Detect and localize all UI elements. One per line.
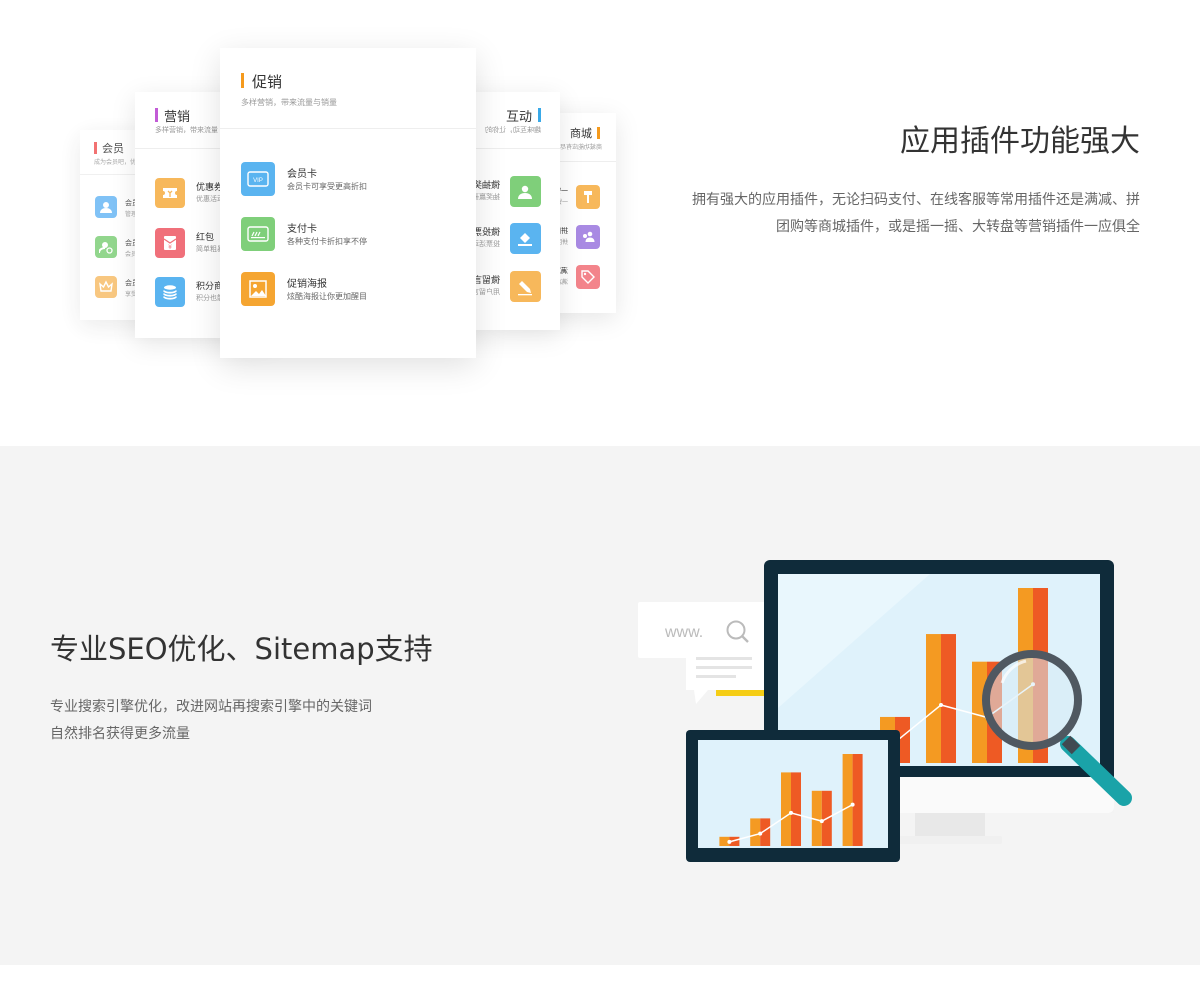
edit-icon xyxy=(510,271,541,302)
svg-text:¥: ¥ xyxy=(168,244,172,251)
section-description: 专业搜索引擎优化，改进网站再搜索引擎中的关键词 自然排名获得更多流量 xyxy=(50,694,570,748)
user-gift-icon xyxy=(510,176,541,207)
item-title: 微抽奖 xyxy=(472,181,500,191)
chart-bar-shade xyxy=(791,772,801,846)
group-icon xyxy=(576,225,600,249)
chart-point xyxy=(789,810,793,815)
poster-icon xyxy=(241,272,275,306)
chart-point xyxy=(727,839,732,844)
crown-icon xyxy=(95,276,117,298)
item-desc: 炫酷海报让你更加醒目 xyxy=(287,292,367,301)
vote-icon xyxy=(510,223,541,254)
item-title: 会员卡 xyxy=(287,169,317,180)
item-title: 微投票 xyxy=(472,228,500,238)
card-title: 互动 xyxy=(505,110,532,125)
card-title: 促销 xyxy=(252,73,283,91)
section-title: 专业SEO优化、Sitemap支持 xyxy=(50,632,433,666)
chart-bar-shade xyxy=(852,754,863,846)
chart-bar xyxy=(842,754,853,846)
desc-line: 团购等商城插件，或是摇一摇、大转盘等营销插件一应俱全 xyxy=(776,219,1140,235)
desc-line: 专业搜索引擎优化，改进网站再搜索引擎中的关键词 xyxy=(50,699,372,715)
card-subtitle: 多样营销，带来流量 xyxy=(155,126,218,134)
search-text: www. xyxy=(664,624,703,641)
card-accent-bar xyxy=(155,108,158,122)
card-subtitle: 多样营销，带来流量与销量 xyxy=(241,98,337,107)
card-subtitle: 商城功能应有尽有 xyxy=(553,144,602,151)
chart-point xyxy=(850,802,855,807)
coins-icon xyxy=(155,277,185,307)
section-description: 拥有强大的应用插件，无论扫码支付、在线客服等常用插件还是满减、拼 团购等商城插件… xyxy=(620,187,1140,241)
item-desc: 各种支付卡折扣享不停 xyxy=(287,237,367,246)
card-title: 会员 xyxy=(102,142,124,155)
ticket-icon xyxy=(155,178,185,208)
desc-line: 自然排名获得更多流量 xyxy=(50,726,190,742)
plugins-section: 会员 成为会员吧，优享更多 会员管理 管理会员信息 会员等级 会员等级设置 会员… xyxy=(0,0,1200,446)
chart-point xyxy=(819,819,824,824)
card-title: 商城 xyxy=(570,127,592,140)
section-title: 应用插件功能强大 xyxy=(900,124,1140,159)
item-title: 促销海报 xyxy=(287,279,327,290)
red-envelope-icon: ¥ xyxy=(155,228,185,258)
svg-text:VIP: VIP xyxy=(253,178,263,184)
card-accent-bar xyxy=(241,73,244,88)
card-accent-bar xyxy=(597,127,600,139)
page-footer-space xyxy=(0,965,1200,1007)
item-desc: 会员卡可享受更高折扣 xyxy=(287,182,367,191)
chart-bar xyxy=(926,634,941,763)
hammer-icon xyxy=(576,185,600,209)
seo-section: 专业SEO优化、Sitemap支持 专业搜索引擎优化，改进网站再搜索引擎中的关键… xyxy=(0,446,1200,965)
tag-icon xyxy=(576,265,600,289)
pay-card-icon xyxy=(241,217,275,251)
user-check-icon xyxy=(95,236,117,258)
user-icon xyxy=(95,196,117,218)
seo-illustration: www. xyxy=(638,560,1132,862)
card-subtitle: 趣味互动，让你的 xyxy=(485,126,541,134)
vip-card-icon: VIP xyxy=(241,162,275,196)
item-title: 红包 xyxy=(196,233,215,243)
desc-line: 拥有强大的应用插件，无论扫码支付、在线客服等常用插件还是满减、拼 xyxy=(692,192,1140,208)
item-title: 微留言 xyxy=(472,276,500,286)
item-title: 优惠券 xyxy=(196,183,224,193)
card-promo: 促销 多样营销，带来流量与销量 VIP 会员卡 会员卡可享受更高折扣 支付卡 各… xyxy=(220,48,476,358)
chart-point xyxy=(758,831,763,836)
chart-bar-shade xyxy=(941,634,956,763)
card-accent-bar xyxy=(538,108,541,122)
chart-bar xyxy=(750,818,761,846)
card-title: 营销 xyxy=(164,110,191,125)
item-title: 支付卡 xyxy=(287,224,317,235)
item-desc: 投票活动 xyxy=(472,240,500,248)
card-accent-bar xyxy=(94,142,97,154)
chart-point xyxy=(939,702,943,707)
item-desc: 用户留言 xyxy=(472,288,500,296)
chart-bar xyxy=(781,772,791,846)
